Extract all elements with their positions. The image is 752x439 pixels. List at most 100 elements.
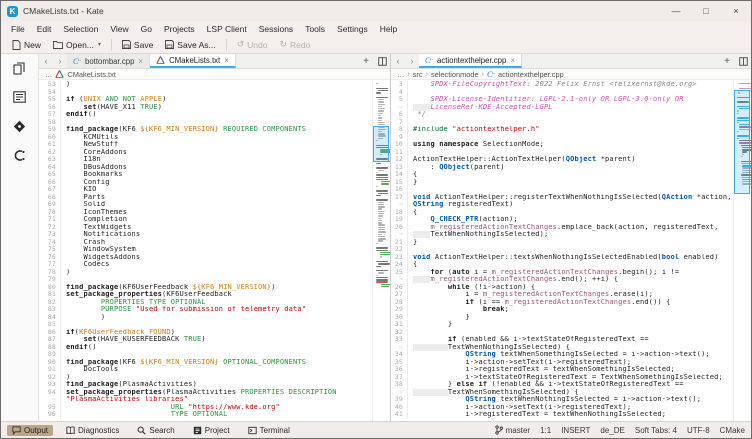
code-line: 5 SPDX-License-Identifier: LGPL-2.1-only… bbox=[391, 96, 733, 104]
project-panel-button[interactable]: Project bbox=[188, 425, 235, 436]
breadcrumb-collapsed[interactable]: … bbox=[45, 70, 52, 79]
split-view-button[interactable] bbox=[374, 54, 390, 68]
right-minimap[interactable] bbox=[733, 80, 751, 421]
git-branch-indicator[interactable]: master bbox=[495, 425, 530, 435]
code-line: 26 while (!i->action) { bbox=[391, 284, 733, 292]
menu-help[interactable]: Help bbox=[374, 24, 403, 34]
minimap-viewport[interactable] bbox=[734, 90, 750, 194]
filesystem-browser-toolview-button[interactable] bbox=[9, 87, 31, 107]
syntax-mode[interactable]: CMake bbox=[720, 426, 745, 435]
menu-selection[interactable]: Selection bbox=[57, 24, 104, 34]
new-button[interactable]: New bbox=[7, 38, 46, 52]
code-line: 24{ bbox=[391, 261, 733, 269]
code-text: endif() bbox=[66, 111, 372, 119]
code-text: { bbox=[413, 171, 733, 179]
code-line: 73 Notifications bbox=[39, 231, 372, 239]
menu-file[interactable]: File bbox=[5, 24, 31, 34]
code-line: 66 Config bbox=[39, 179, 372, 187]
tab-mode[interactable]: Soft Tabs: 4 bbox=[635, 426, 677, 435]
code-text: TextWidgets bbox=[66, 224, 372, 232]
cmake-icon bbox=[156, 56, 165, 64]
search-panel-button[interactable]: Search bbox=[132, 425, 179, 436]
code-text bbox=[66, 89, 372, 97]
left-editor[interactable]: 53)5455if (UNIX AND NOT APPLE)56 set(HAV… bbox=[39, 80, 390, 421]
menu-tools[interactable]: Tools bbox=[299, 24, 331, 34]
code-text: if (UNIX AND NOT APPLE) bbox=[66, 96, 372, 104]
breadcrumb-collapsed[interactable]: … bbox=[397, 70, 404, 79]
code-text: QString textWhenSomethingIsSelected = i-… bbox=[413, 351, 733, 359]
redo-button[interactable]: ↻ Redo bbox=[274, 37, 315, 52]
redo-icon: ↻ bbox=[279, 39, 287, 50]
right-editor[interactable]: 3 SPDX-FileCopyrightText: 2022 Felix Ern… bbox=[391, 80, 751, 421]
code-text bbox=[413, 186, 733, 194]
input-mode[interactable]: INSERT bbox=[561, 426, 590, 435]
code-line: 58 bbox=[39, 119, 372, 127]
cursor-position[interactable]: 1:1 bbox=[540, 426, 551, 435]
code-text: Codecs bbox=[66, 261, 372, 269]
breadcrumb-dir-src[interactable]: src bbox=[413, 70, 423, 79]
minimize-button[interactable]: — bbox=[661, 1, 691, 21]
tab-history-forward[interactable]: › bbox=[53, 54, 67, 68]
code-line: 75 WindowSystem bbox=[39, 246, 372, 254]
code-line: ~QString registeredText) bbox=[391, 201, 733, 209]
menu-projects[interactable]: Projects bbox=[158, 24, 201, 34]
tab-history-back[interactable]: ‹ bbox=[391, 54, 405, 68]
tab-actiontexthelper-cpp[interactable]: C++ actiontexthelper.cpp × bbox=[419, 54, 522, 68]
tab-close-icon[interactable]: × bbox=[510, 56, 515, 65]
new-tab-button[interactable]: + bbox=[358, 54, 374, 68]
diagnostics-panel-button[interactable]: Diagnostics bbox=[61, 425, 124, 436]
menu-settings[interactable]: Settings bbox=[331, 24, 374, 34]
minimap-viewport[interactable] bbox=[373, 126, 389, 162]
save-as-button[interactable]: Save As... bbox=[160, 38, 220, 52]
toolbar-separator bbox=[226, 39, 227, 51]
tab-bottombar-cpp[interactable]: C++ bottombar.cpp × bbox=[67, 54, 150, 68]
close-button[interactable]: × bbox=[721, 1, 751, 21]
dictionary[interactable]: de_DE bbox=[600, 426, 624, 435]
tab-cmakelists-txt[interactable]: CMakeLists.txt × bbox=[150, 54, 236, 68]
maximize-button[interactable]: □ bbox=[691, 1, 721, 21]
code-line: 91 DocTools bbox=[39, 366, 372, 374]
symbol-outline-toolview-button[interactable] bbox=[9, 145, 31, 165]
tab-history-back[interactable]: ‹ bbox=[39, 54, 53, 68]
menu-edit[interactable]: Edit bbox=[31, 24, 58, 34]
output-panel-button[interactable]: Output bbox=[7, 425, 53, 436]
tab-history-forward[interactable]: › bbox=[405, 54, 419, 68]
code-text: TextWhenNothingIsSelected); bbox=[413, 231, 733, 239]
tab-close-icon[interactable]: × bbox=[138, 57, 143, 66]
code-text bbox=[66, 119, 372, 127]
menu-view[interactable]: View bbox=[104, 24, 134, 34]
code-text: break; bbox=[413, 306, 733, 314]
encoding[interactable]: UTF-8 bbox=[687, 426, 710, 435]
code-line: 83 PURPOSE "Used for submission of telem… bbox=[39, 306, 372, 314]
code-line: 74 Crash bbox=[39, 239, 372, 247]
minimap-line bbox=[376, 179, 388, 180]
left-editor-pane: ‹ › C++ bottombar.cpp × CMakeLists.txt ×… bbox=[39, 54, 391, 421]
menu-go[interactable]: Go bbox=[135, 24, 158, 34]
breadcrumb-file[interactable]: actiontexthelper.cpp bbox=[498, 70, 564, 79]
code-line: 81set_package_properties(KF6UserFeedback bbox=[39, 291, 372, 299]
code-line: 79 bbox=[39, 276, 372, 284]
menu-sessions[interactable]: Sessions bbox=[253, 24, 300, 34]
code-text: #include "actiontexthelper.h" bbox=[413, 126, 733, 134]
tab-close-icon[interactable]: × bbox=[224, 56, 229, 65]
projects-toolview-button[interactable] bbox=[9, 116, 31, 136]
split-view-button[interactable] bbox=[735, 54, 751, 68]
breadcrumb-dir-selectionmode[interactable]: selectionmode bbox=[431, 70, 479, 79]
terminal-panel-button[interactable]: Terminal bbox=[243, 425, 295, 436]
save-button[interactable]: Save bbox=[117, 38, 158, 52]
menu-lsp-client[interactable]: LSP Client bbox=[201, 24, 253, 34]
new-tab-button[interactable]: + bbox=[719, 54, 735, 68]
code-line: 25 for (auto i = m_registeredActionTextC… bbox=[391, 269, 733, 277]
code-line: 62 CoreAddons bbox=[39, 149, 372, 157]
right-code-area[interactable]: 3 SPDX-FileCopyrightText: 2022 Felix Ern… bbox=[391, 80, 733, 421]
code-text: Q_CHECK_PTR(action); bbox=[413, 216, 733, 224]
documents-toolview-button[interactable] bbox=[9, 58, 31, 78]
left-minimap[interactable] bbox=[372, 80, 390, 421]
undo-button[interactable]: ↺ Undo bbox=[232, 37, 273, 52]
toolbar-separator bbox=[111, 39, 112, 51]
left-code-area[interactable]: 53)5455if (UNIX AND NOT APPLE)56 set(HAV… bbox=[39, 80, 372, 421]
breadcrumb-file[interactable]: CMakeLists.txt bbox=[67, 70, 115, 79]
open-button[interactable]: Open... ▾ bbox=[48, 38, 106, 52]
project-diamond-icon bbox=[13, 120, 26, 133]
code-line: ~ m_registeredActionTextChanges.end(); +… bbox=[391, 276, 733, 284]
